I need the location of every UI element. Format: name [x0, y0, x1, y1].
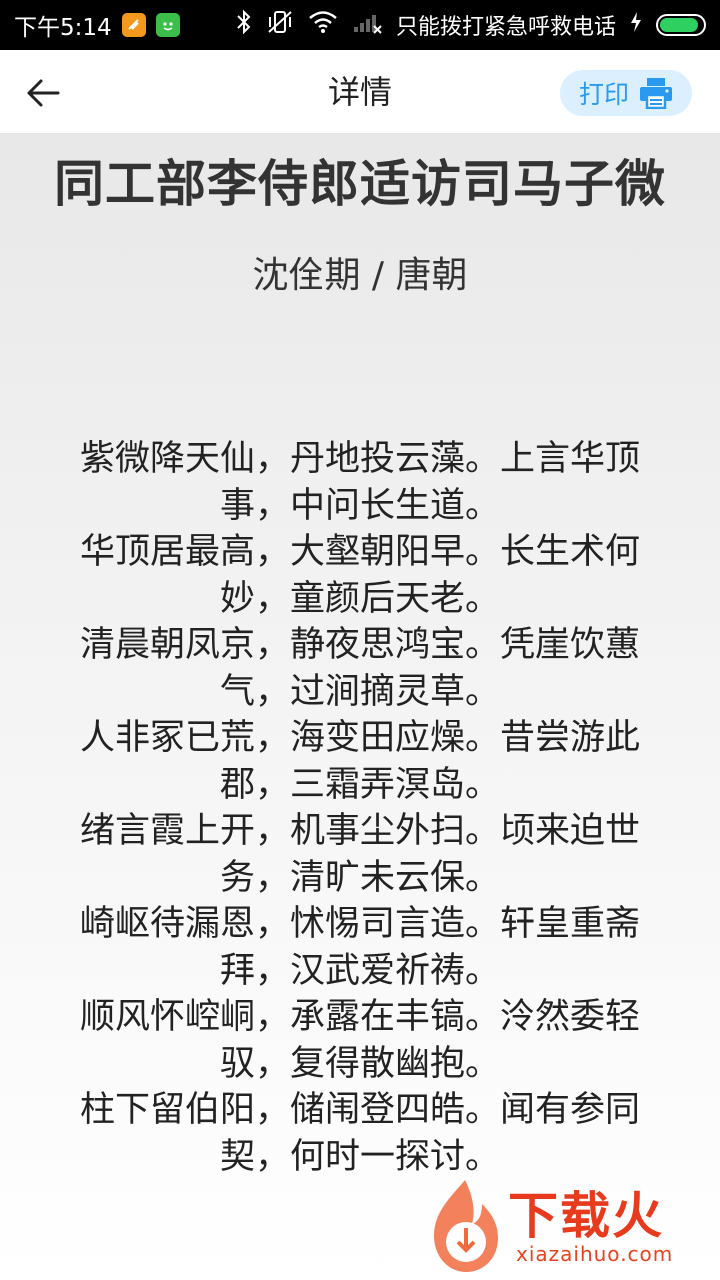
- status-time: 下午5:14: [14, 15, 112, 41]
- poem-line: 顺风怀崆峒，承露在丰镐。泠然委轻驭，复得散幽抱。: [79, 997, 640, 1084]
- printer-icon: [640, 78, 672, 109]
- print-button[interactable]: 打印: [560, 70, 692, 116]
- poem-content[interactable]: 同工部李侍郎适访司马子微 沈佺期 / 唐朝 紫微降天仙，丹地投云藻。上言华顶事，…: [0, 134, 720, 1280]
- poem-line: 绪言霞上开，机事尘外扫。顷来迫世务，清旷未云保。: [79, 811, 640, 898]
- wifi-icon: [308, 10, 338, 40]
- poem-author: 沈佺期 / 唐朝: [252, 255, 468, 296]
- bluetooth-icon: [236, 9, 252, 41]
- battery-fill: [660, 18, 698, 32]
- poem-body: 紫微降天仙，丹地投云藻。上言华顶事，中问长生道。 华顶居最高，大壑朝阳早。长生术…: [46, 436, 674, 1180]
- poem-line: 柱下留伯阳，储闱登四皓。闻有参同契，何时一探讨。: [79, 1090, 640, 1177]
- poem-line: 人非冢已荒，海变田应燥。昔尝游此郡，三霜弄溟岛。: [79, 718, 640, 805]
- print-label: 打印: [578, 80, 629, 109]
- poem-line: 崎岖待漏恩，怵惕司言造。轩皇重斋拜，汉武爱祈祷。: [79, 904, 640, 991]
- poem-line: 清晨朝凤京，静夜思鸿宝。凭崖饮蕙气，过涧摘灵草。: [79, 625, 640, 712]
- vibrate-off-icon: [266, 9, 294, 41]
- app-green-icon: [155, 13, 180, 37]
- signal-none-icon: [352, 10, 382, 40]
- poem-title: 同工部李侍郎适访司马子微: [54, 155, 666, 213]
- status-bar: 下午5:14 只能拨打紧急呼救电话: [0, 0, 720, 50]
- charging-icon: [630, 11, 642, 39]
- poem-line: 华顶居最高，大壑朝阳早。长生术何妙，童颜后天老。: [79, 532, 640, 619]
- battery-icon: [656, 14, 706, 36]
- poem-line: 紫微降天仙，丹地投云藻。上言华顶事，中问长生道。: [79, 439, 640, 526]
- app-bar: 详情 打印: [0, 50, 720, 134]
- app-orange-icon: [121, 13, 146, 37]
- back-arrow-icon: [27, 79, 60, 107]
- back-button[interactable]: [18, 68, 68, 118]
- carrier-text: 只能拨打紧急呼救电话: [395, 15, 616, 40]
